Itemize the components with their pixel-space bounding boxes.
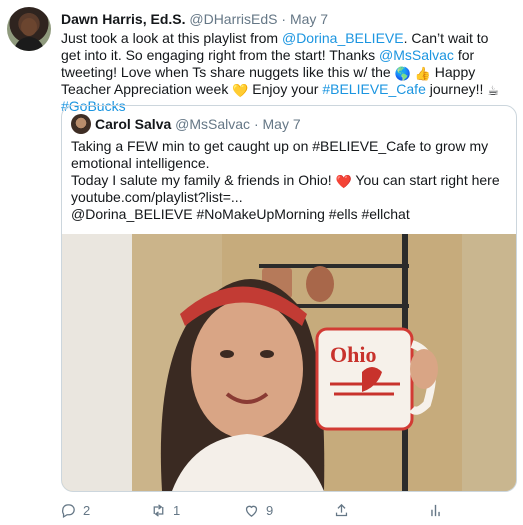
like-action[interactable]: 9 [243,502,273,519]
retweet-icon [153,504,164,517]
tweet-header: Dawn Harris, Ed.S. @DHarrisEdS · May 7 [61,10,328,28]
tweet-text: journey!! [425,81,488,97]
analytics-icon [431,504,440,517]
share-action[interactable] [333,502,350,519]
quoted-header: Carol Salva @MsSalvac · May 7 [95,115,301,133]
mention-link[interactable]: @MsSalvac [379,47,454,63]
avatar-face [21,18,37,36]
quoted-line-2a: Today I salute my family & friends in Oh… [71,172,332,188]
quoted-author-name: Carol Salva [95,116,172,132]
share-icon [335,503,348,517]
author-name[interactable]: Dawn Harris, Ed.S. [61,11,185,27]
quoted-line-1: Taking a FEW min to get caught up on #BE… [71,138,489,171]
reply-count: 2 [83,503,91,518]
reply-icon [62,504,75,519]
coffee-emoji: ☕ [487,83,499,98]
mug-label: Ohio [330,342,376,367]
quoted-line-3: @Dorina_BELIEVE #NoMakeUpMorning #ells #… [71,206,410,222]
heart-icon [245,505,258,517]
like-count: 9 [266,503,274,518]
quoted-line-2: Today I salute my family & friends in Oh… [71,172,506,206]
reply-action[interactable]: 2 [60,502,90,519]
yellow-heart-emoji: 💛 [232,83,249,98]
avatar-shoulders [14,37,44,51]
header-separator: · [281,11,287,27]
globe-emoji: 🌎 [394,66,411,81]
hashtag-link[interactable]: #BELIEVE_Cafe [322,81,426,97]
tweet-date[interactable]: May 7 [290,11,328,27]
quoted-date: May 7 [262,116,301,132]
tweet-actions: 2 1 9 [60,502,460,520]
analytics-action[interactable] [427,502,444,519]
red-heart-emoji: ❤️ [335,174,352,189]
tweet-body: Just took a look at this playlist from @… [61,30,511,115]
photo-illustration: Ohio [62,234,516,491]
quoted-author-handle: @MsSalvac [175,116,251,132]
quoted-body: Taking a FEW min to get caught up on #BE… [71,138,506,223]
quoted-author-avatar [71,114,91,134]
quoted-photo[interactable]: Ohio [62,234,516,491]
tweet-text: Enjoy your [248,81,323,97]
retweet-action[interactable]: 1 [150,502,180,519]
author-avatar[interactable] [7,7,51,51]
thumbs-up-emoji: 👍 [414,66,431,81]
mention-link[interactable]: @Dorina_BELIEVE [282,30,404,46]
author-handle[interactable]: @DHarrisEdS [189,11,277,27]
retweet-count: 1 [173,503,181,518]
quoted-tweet[interactable]: Carol Salva @MsSalvac · May 7 Taking a F… [61,105,517,492]
quoted-separator: · [253,116,259,132]
tweet-text: Just took a look at this playlist from [61,30,282,46]
